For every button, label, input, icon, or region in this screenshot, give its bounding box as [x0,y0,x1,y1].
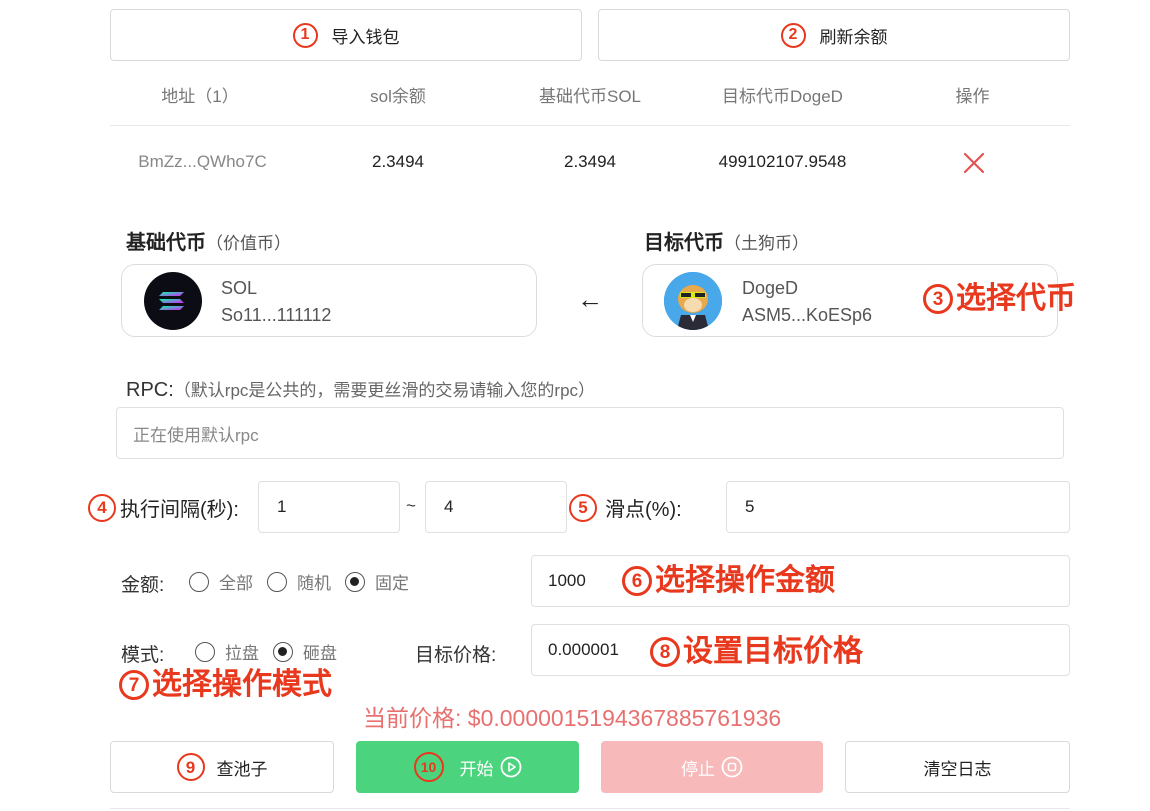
header-action: 操作 [955,87,990,106]
amount-label: 金额: [121,575,165,596]
amount-option-random: 随机 [297,574,331,593]
header-target-token: 目标代币DogeD [722,87,843,106]
step-badge-8: 8 [650,637,680,667]
annotation-set-target-price-text: 设置目标价格 [683,635,863,668]
swap-arrow-icon: ← [577,284,603,314]
mode-label: 模式: [121,645,165,666]
clear-log-button[interactable]: 清空日志 [845,741,1070,793]
base-token-title-text: 基础代币 [126,232,206,254]
rpc-input[interactable]: 正在使用默认rpc [116,407,1064,459]
target-token-address: ASM5...KoESp6 [742,305,873,325]
target-token-subtitle: （土狗币） [724,234,809,253]
slippage-input[interactable]: 5 [726,481,1070,533]
mode-option-dump: 砸盘 [303,644,337,663]
import-wallet-label: 导入钱包 [331,27,400,47]
rpc-label: RPC:（默认rpc是公共的，需要更丝滑的交易请输入您的rpc） [126,376,595,402]
rpc-label-text: RPC: [126,379,174,401]
play-circle-icon [500,756,522,778]
annotation-select-token-text: 选择代币 [956,282,1076,315]
row-sol-balance: 2.3494 [372,152,424,171]
annotation-select-amount: 6 选择操作金额 [622,566,835,596]
base-token-title: 基础代币（价值币） [126,226,291,255]
step-badge-1: 1 [292,22,318,48]
target-token-title-text: 目标代币 [644,232,724,254]
interval-label: 4 执行间隔(秒): [88,493,239,522]
amount-radio-fixed[interactable] [345,571,365,592]
stop-label: 停止 [681,759,715,779]
table-divider [110,125,1070,126]
start-label: 开始 [459,759,494,779]
amount-radio-random[interactable] [267,571,287,592]
step-badge-2: 2 [780,22,806,48]
row-address: BmZz...QWho7C [138,152,267,171]
amount-value: 1000 [548,571,586,590]
mode-radio-group: 拉盘 砸盘 [195,639,349,664]
header-address: 地址（1） [161,87,239,106]
rpc-hint: （默认rpc是公共的，需要更丝滑的交易请输入您的rpc） [173,381,596,400]
annotation-set-target-price: 8 设置目标价格 [650,637,863,667]
refresh-balance-button[interactable]: 2 刷新余额 [598,9,1070,61]
annotation-select-token: 3 选择代币 [923,284,1076,314]
amount-radio-group: 全部 随机 固定 [189,569,421,594]
interval-min-input[interactable]: 1 [258,481,400,533]
stop-button[interactable]: 停止 [601,741,823,793]
target-token-title: 目标代币（土狗币） [644,226,809,255]
interval-max-input[interactable]: 4 [425,481,567,533]
clear-log-label: 清空日志 [923,759,992,779]
stop-circle-icon [721,756,743,778]
step-badge-4: 4 [88,493,116,522]
slippage-label-text: 滑点(%): [605,499,682,521]
base-token-name: SOL [221,278,258,298]
interval-separator: ~ [406,496,416,515]
header-base-token: 基础代币SOL [538,87,642,106]
refresh-balance-label: 刷新余额 [819,27,888,47]
step-badge-10: 10 [413,752,444,782]
amount-option-fixed: 固定 [375,574,409,593]
bottom-divider [110,808,1070,809]
mode-option-pump: 拉盘 [225,644,259,663]
annotation-select-amount-text: 选择操作金额 [655,564,835,597]
base-token-card[interactable]: SOL So11...111112 [121,264,537,337]
start-button[interactable]: 10 开始 [356,741,579,793]
target-price-value: 0.000001 [548,640,619,659]
slippage-label: 5 滑点(%): [569,493,682,522]
base-token-subtitle: （价值币） [206,234,291,253]
current-price: 当前价格: $0.0000015194367885761936 [363,705,782,731]
doged-logo-icon [664,272,722,330]
annotation-select-mode-text: 选择操作模式 [152,668,332,701]
delete-x-icon[interactable] [962,151,986,175]
row-target-balance: 499102107.9548 [718,152,847,171]
header-sol-balance: sol余额 [370,87,426,106]
interval-label-text: 执行间隔(秒): [120,499,239,521]
amount-radio-all[interactable] [189,571,209,592]
mode-radio-dump[interactable] [273,641,293,662]
check-pool-label: 查池子 [216,759,268,779]
step-badge-6: 6 [622,566,652,596]
import-wallet-button[interactable]: 1 导入钱包 [110,9,582,61]
annotation-select-mode: 7 选择操作模式 [119,670,332,700]
step-badge-5: 5 [569,493,597,522]
step-badge-3: 3 [923,284,953,314]
check-pool-button[interactable]: 9 查池子 [110,741,334,793]
base-token-address: So11...111112 [221,305,332,325]
row-base-balance: 2.3494 [564,152,616,171]
target-token-name: DogeD [742,278,799,298]
mode-radio-pump[interactable] [195,641,215,662]
target-price-label: 目标价格: [415,645,497,666]
step-badge-9: 9 [176,753,205,781]
step-badge-7: 7 [119,670,149,700]
sol-logo-icon [144,272,202,330]
amount-option-all: 全部 [219,574,253,593]
